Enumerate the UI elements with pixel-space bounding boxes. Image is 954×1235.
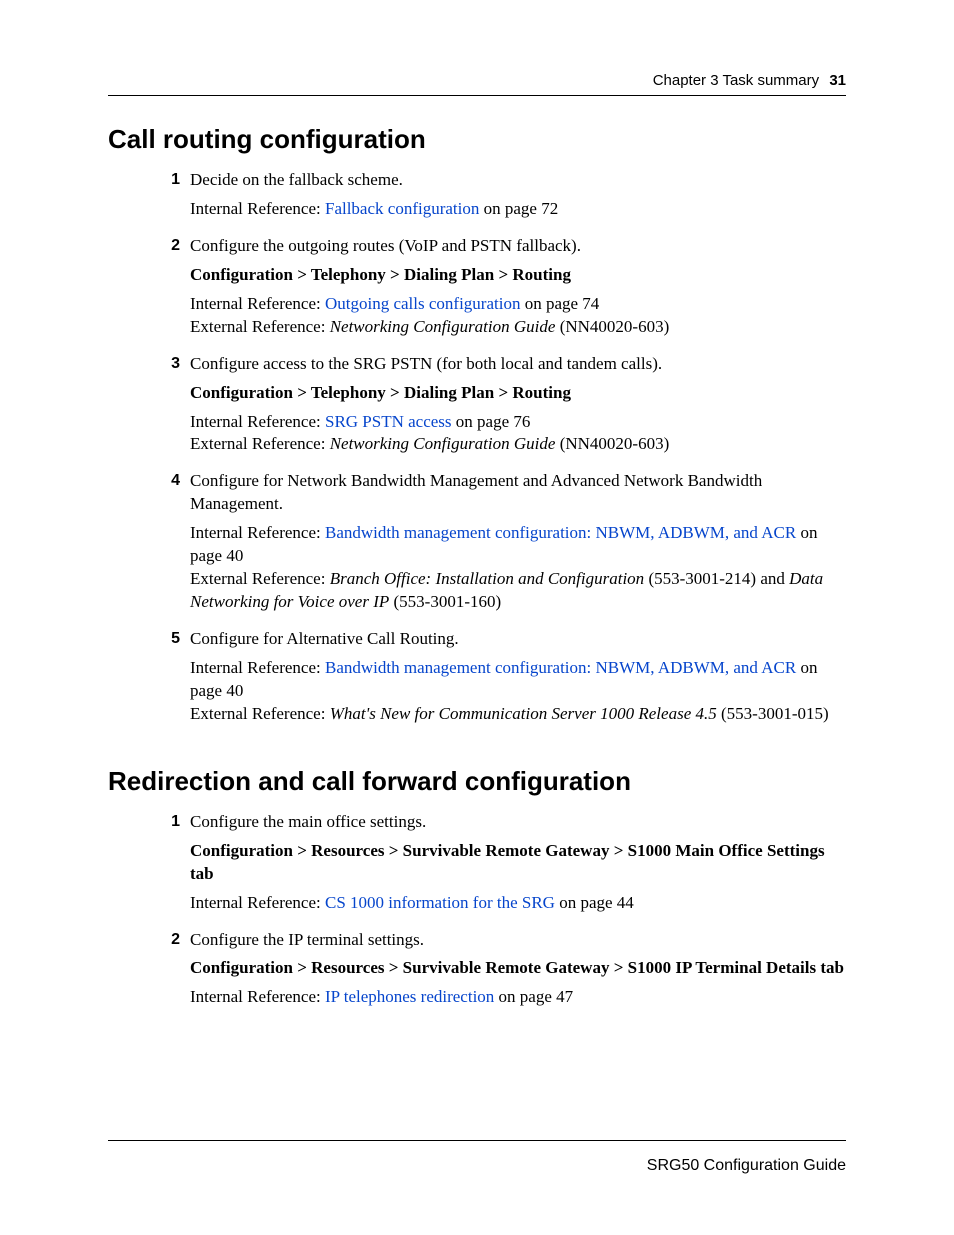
internal-reference: Internal Reference: SRG PSTN access on p…	[190, 411, 846, 434]
internal-reference: Internal Reference: Bandwidth management…	[190, 657, 846, 703]
chapter-title: Chapter 3 Task summary	[653, 72, 819, 89]
footer-text: SRG50 Configuration Guide	[108, 1157, 846, 1175]
step-text: Configure the main office settings.	[190, 811, 846, 834]
step-number: 2	[156, 929, 180, 951]
step-item: 5 Configure for Alternative Call Routing…	[108, 628, 846, 726]
step-text: Configure the IP terminal settings.	[190, 929, 846, 952]
step-number: 1	[156, 811, 180, 833]
running-header: Chapter 3 Task summary 31	[108, 72, 846, 89]
step-text: Decide on the fallback scheme.	[190, 169, 846, 192]
step-item: 1 Decide on the fallback scheme. Interna…	[108, 169, 846, 221]
step-number: 4	[156, 470, 180, 492]
document-page: Chapter 3 Task summary 31 Call routing c…	[0, 0, 954, 1235]
section-heading: Call routing configuration	[108, 124, 846, 155]
header-rule	[108, 95, 846, 96]
reference-link[interactable]: Outgoing calls configuration	[325, 294, 520, 313]
step-item: 3 Configure access to the SRG PSTN (for …	[108, 353, 846, 457]
internal-reference: Internal Reference: Bandwidth management…	[190, 522, 846, 568]
step-text: Configure for Alternative Call Routing.	[190, 628, 846, 651]
reference-link[interactable]: Bandwidth management configuration: NBWM…	[325, 523, 796, 542]
internal-reference: Internal Reference: IP telephones redire…	[190, 986, 846, 1009]
internal-reference: Internal Reference: CS 1000 information …	[190, 892, 846, 915]
internal-reference: Internal Reference: Fallback configurati…	[190, 198, 846, 221]
reference-link[interactable]: Bandwidth management configuration: NBWM…	[325, 658, 796, 677]
internal-reference: Internal Reference: Outgoing calls confi…	[190, 293, 846, 316]
section-heading: Redirection and call forward configurati…	[108, 766, 846, 797]
step-number: 3	[156, 353, 180, 375]
step-item: 1 Configure the main office settings. Co…	[108, 811, 846, 915]
nav-path: Configuration > Telephony > Dialing Plan…	[190, 264, 846, 287]
reference-link[interactable]: IP telephones redirection	[325, 987, 494, 1006]
step-item: 4 Configure for Network Bandwidth Manage…	[108, 470, 846, 614]
external-reference: External Reference: Networking Configura…	[190, 316, 846, 339]
step-text: Configure for Network Bandwidth Manageme…	[190, 470, 846, 516]
reference-link[interactable]: CS 1000 information for the SRG	[325, 893, 555, 912]
step-number: 2	[156, 235, 180, 257]
step-item: 2 Configure the IP terminal settings. Co…	[108, 929, 846, 1010]
reference-link[interactable]: Fallback configuration	[325, 199, 479, 218]
reference-link[interactable]: SRG PSTN access	[325, 412, 452, 431]
page-footer: SRG50 Configuration Guide	[108, 1140, 846, 1175]
step-list: 1 Configure the main office settings. Co…	[108, 811, 846, 1010]
step-item: 2 Configure the outgoing routes (VoIP an…	[108, 235, 846, 339]
step-text: Configure the outgoing routes (VoIP and …	[190, 235, 846, 258]
footer-rule	[108, 1140, 846, 1141]
page-number: 31	[829, 72, 846, 89]
nav-path: Configuration > Resources > Survivable R…	[190, 957, 846, 980]
external-reference: External Reference: What's New for Commu…	[190, 703, 846, 726]
nav-path: Configuration > Resources > Survivable R…	[190, 840, 846, 886]
step-number: 1	[156, 169, 180, 191]
step-number: 5	[156, 628, 180, 650]
nav-path: Configuration > Telephony > Dialing Plan…	[190, 382, 846, 405]
external-reference: External Reference: Branch Office: Insta…	[190, 568, 846, 614]
step-text: Configure access to the SRG PSTN (for bo…	[190, 353, 846, 376]
step-list: 1 Decide on the fallback scheme. Interna…	[108, 169, 846, 726]
external-reference: External Reference: Networking Configura…	[190, 433, 846, 456]
